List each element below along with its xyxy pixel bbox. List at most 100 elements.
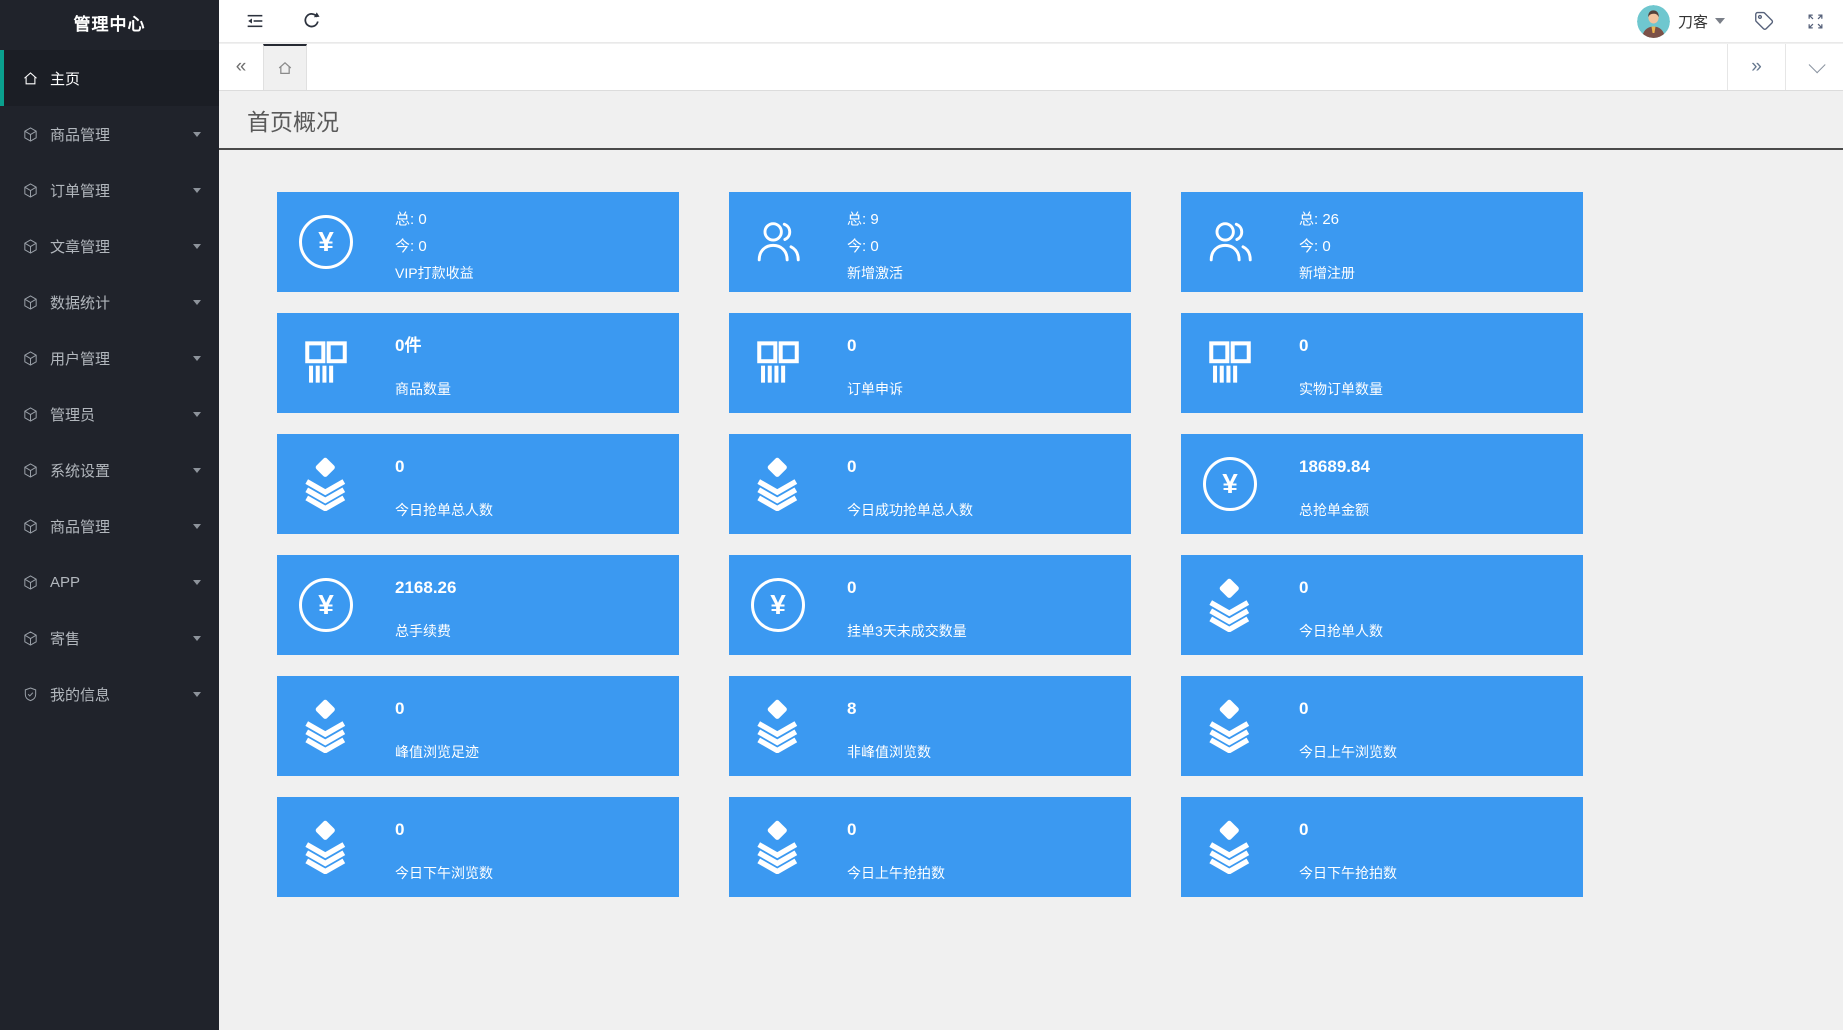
stat-card: ¥ <box>277 192 679 292</box>
menu-label: 订单管理 <box>50 180 193 201</box>
cube-icon <box>22 350 39 367</box>
menu-icon <box>21 629 39 647</box>
cube-icon <box>22 630 39 647</box>
card-icon: ¥ <box>1201 331 1259 395</box>
card-value: 18689.84 <box>1299 453 1370 480</box>
page-title: 首页概况 <box>247 103 339 137</box>
sidebar-item[interactable]: APP <box>0 554 219 610</box>
card-value: 0 <box>847 816 945 843</box>
sidebar-toggle-icon[interactable] <box>243 9 267 33</box>
sidebar-item[interactable]: 商品管理 <box>0 106 219 162</box>
card-value: 总: 9 <box>847 206 903 233</box>
card-text: 0 今日上午抢拍数 <box>847 808 945 887</box>
chevron-down-icon <box>193 468 201 473</box>
tab-home[interactable] <box>263 44 307 90</box>
card-value: 0 <box>1299 816 1397 843</box>
menu-icon <box>21 237 39 255</box>
card-value: 0 <box>847 574 967 601</box>
menu-label: 用户管理 <box>50 348 193 369</box>
card-label: 总抢单金额 <box>1299 497 1370 524</box>
card-label: 总手续费 <box>395 618 456 645</box>
menu-label: 我的信息 <box>50 684 193 705</box>
stat-card: ¥ <box>729 192 1131 292</box>
user-caret-icon <box>1715 18 1725 24</box>
tabbar-right: » <box>1727 44 1843 90</box>
card-text: 0 峰值浏览足迹 <box>395 687 479 766</box>
card-text: 总: 9 今: 0 新增激活 <box>847 198 903 287</box>
card-label: 今日下午浏览数 <box>395 860 493 887</box>
yen-circle-icon: ¥ <box>299 215 353 269</box>
double-chevron-left-icon[interactable]: « <box>219 44 263 90</box>
chevron-down-icon <box>193 524 201 529</box>
menu-label: 商品管理 <box>50 516 193 537</box>
yen-circle-icon: ¥ <box>299 578 353 632</box>
card-icon: ¥ <box>1201 573 1259 637</box>
card-label: 挂单3天未成交数量 <box>847 618 967 645</box>
page-header: 首页概况 <box>219 91 1843 150</box>
menu-label: 文章管理 <box>50 236 193 257</box>
chevron-down-icon <box>193 300 201 305</box>
layers-icon <box>299 820 353 874</box>
user-menu[interactable]: 刀客 <box>1637 5 1725 38</box>
sidebar-menu: 主页 商品管理 <box>0 50 219 722</box>
card-icon: ¥ <box>749 452 807 516</box>
card-label: 实物订单数量 <box>1299 376 1383 403</box>
chevron-down-icon <box>193 244 201 249</box>
layers-icon <box>299 457 353 511</box>
card-value: 0 <box>847 332 903 359</box>
shop-icon <box>301 338 351 388</box>
card-text: 0 今日下午抢拍数 <box>1299 808 1397 887</box>
card-label: 今日抢单总人数 <box>395 497 493 524</box>
card-label: 新增注册 <box>1299 260 1355 287</box>
card-text: 0 今日下午浏览数 <box>395 808 493 887</box>
menu-icon <box>21 181 39 199</box>
card-value: 总: 0 <box>395 206 474 233</box>
menu-icon <box>21 405 39 423</box>
stat-card: ¥ <box>277 797 679 897</box>
sidebar-item[interactable]: 寄售 <box>0 610 219 666</box>
card-value: 2168.26 <box>395 574 456 601</box>
card-value: 0 <box>1299 574 1383 601</box>
sidebar-item[interactable]: 文章管理 <box>0 218 219 274</box>
cube-icon <box>22 462 39 479</box>
card-icon: ¥ <box>1201 694 1259 758</box>
stat-card: ¥ <box>729 676 1131 776</box>
sidebar-item[interactable]: 用户管理 <box>0 330 219 386</box>
chevron-down-icon <box>1808 56 1825 73</box>
sidebar-item[interactable]: 数据统计 <box>0 274 219 330</box>
tab-dropdown[interactable] <box>1785 44 1843 90</box>
stat-card: ¥ <box>1181 676 1583 776</box>
username: 刀客 <box>1678 11 1708 32</box>
double-chevron-right-icon[interactable]: » <box>1727 44 1785 90</box>
chevron-down-icon <box>193 356 201 361</box>
sidebar-item[interactable]: 主页 <box>0 50 219 106</box>
card-value: 0 <box>1299 332 1383 359</box>
menu-label: 寄售 <box>50 628 193 649</box>
card-value: 0 <box>395 816 493 843</box>
sidebar-item[interactable]: 系统设置 <box>0 442 219 498</box>
sidebar-item[interactable]: 管理员 <box>0 386 219 442</box>
cube-icon <box>22 182 39 199</box>
fullscreen-icon[interactable] <box>1803 9 1827 33</box>
cube-icon <box>22 406 39 423</box>
stat-card: ¥ <box>1181 797 1583 897</box>
stat-card: ¥ <box>1181 313 1583 413</box>
layers-icon <box>1203 699 1257 753</box>
shop-icon <box>1205 338 1255 388</box>
sidebar-item[interactable]: 订单管理 <box>0 162 219 218</box>
card-text: 0 订单申诉 <box>847 324 903 403</box>
home-icon <box>277 60 293 76</box>
sidebar-item[interactable]: 我的信息 <box>0 666 219 722</box>
card-label: 今日成功抢单总人数 <box>847 497 973 524</box>
card-text: 0件 商品数量 <box>395 324 451 403</box>
card-icon: ¥ <box>297 694 355 758</box>
menu-icon <box>21 461 39 479</box>
layers-icon <box>751 699 805 753</box>
card-value-secondary: 今: 0 <box>847 233 903 260</box>
sidebar-item[interactable]: 商品管理 <box>0 498 219 554</box>
card-text: 18689.84 总抢单金额 <box>1299 445 1370 524</box>
tag-icon[interactable] <box>1752 9 1776 33</box>
refresh-icon[interactable] <box>299 9 323 33</box>
cube-icon <box>22 238 39 255</box>
layers-icon <box>299 699 353 753</box>
